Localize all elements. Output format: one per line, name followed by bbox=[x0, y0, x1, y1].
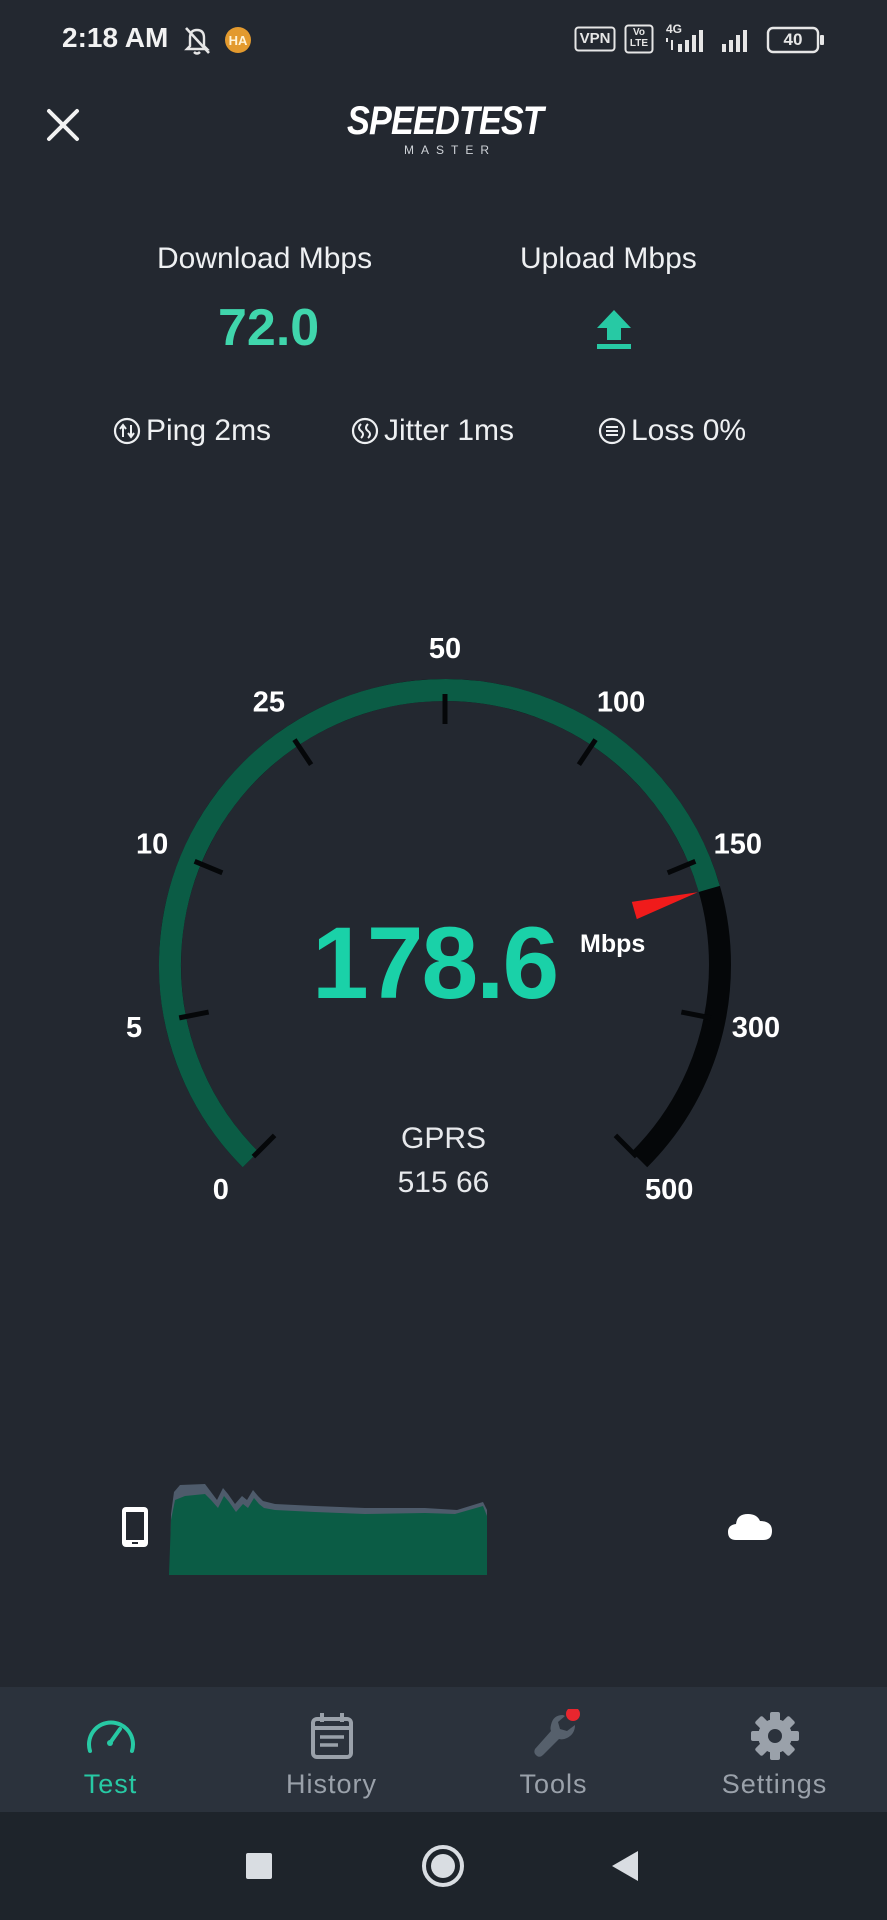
ping-label: Ping 2ms bbox=[146, 414, 272, 447]
signal-icon bbox=[666, 30, 703, 52]
nav-test-label: Test bbox=[83, 1769, 138, 1799]
gauge-tick-label: 50 bbox=[429, 633, 461, 665]
download-label: Download Mbps bbox=[157, 242, 373, 275]
gauge-tick-label: 150 bbox=[714, 829, 762, 861]
gauge-tick-label: 25 bbox=[253, 686, 285, 718]
nav-test[interactable]: Test bbox=[0, 1687, 221, 1812]
back-button[interactable] bbox=[600, 1840, 652, 1892]
speedometer-icon bbox=[86, 1720, 135, 1753]
gauge-tick-label: 300 bbox=[732, 1012, 780, 1044]
network-type: GPRS bbox=[400, 1122, 487, 1155]
upload-arrow-icon bbox=[597, 310, 631, 349]
upload-label: Upload Mbps bbox=[520, 242, 697, 275]
volte-label: Vo LTE bbox=[629, 27, 649, 49]
jitter-stat: Jitter 1ms bbox=[350, 414, 514, 448]
loss-stat: Loss 0% bbox=[597, 414, 746, 448]
cloud-icon bbox=[728, 1514, 772, 1540]
status-bar: 2:18 AM HA VPN Vo LTE 4G 40 bbox=[0, 0, 887, 80]
loss-label: Loss 0% bbox=[631, 414, 747, 447]
triangle-back-icon bbox=[612, 1851, 638, 1881]
gauge-tick-label: 100 bbox=[597, 686, 645, 718]
app-logo: SPEEDTEST MASTER bbox=[340, 96, 550, 160]
phone-icon bbox=[122, 1507, 148, 1547]
nav-tools[interactable]: Tools bbox=[443, 1687, 664, 1812]
ping-icon bbox=[113, 417, 141, 445]
download-value: 72.0 bbox=[218, 299, 320, 357]
gear-icon bbox=[750, 1712, 799, 1760]
vpn-label: VPN bbox=[579, 30, 611, 47]
nav-history[interactable]: History bbox=[221, 1687, 442, 1812]
recents-button[interactable] bbox=[233, 1840, 285, 1892]
logo-sub-text: MASTER bbox=[404, 143, 496, 157]
current-speed-value: 178.6 bbox=[312, 906, 559, 1020]
bell-off-icon bbox=[184, 27, 210, 55]
speed-graph bbox=[169, 1484, 487, 1575]
svg-text:HA: HA bbox=[229, 33, 248, 48]
nav-history-label: History bbox=[285, 1769, 377, 1799]
nav-settings[interactable]: Settings bbox=[664, 1687, 885, 1812]
ping-stat: Ping 2ms bbox=[112, 414, 271, 448]
jitter-icon bbox=[351, 417, 379, 445]
gauge-tick-label: 10 bbox=[136, 829, 168, 861]
logo-main-text: SPEEDTEST bbox=[347, 99, 547, 143]
gauge-tick-label: 5 bbox=[126, 1012, 142, 1044]
nav-tools-label: Tools bbox=[519, 1769, 588, 1799]
home-button[interactable] bbox=[417, 1840, 469, 1892]
loss-icon bbox=[598, 417, 626, 445]
system-nav-bar bbox=[0, 1812, 887, 1920]
jitter-label: Jitter 1ms bbox=[384, 414, 515, 447]
close-button[interactable] bbox=[38, 100, 88, 150]
bottom-nav: Test History Tools Settings bbox=[0, 1687, 887, 1812]
square-icon bbox=[246, 1853, 272, 1879]
speed-unit: Mbps bbox=[580, 930, 646, 958]
calendar-icon bbox=[310, 1713, 353, 1759]
nav-settings-label: Settings bbox=[721, 1769, 828, 1799]
circle-icon bbox=[422, 1845, 464, 1887]
network-code: 515 66 bbox=[397, 1166, 490, 1199]
wrench-icon bbox=[533, 1709, 580, 1757]
notification-dot bbox=[565, 1709, 580, 1721]
close-icon bbox=[47, 109, 79, 141]
ha-badge-icon: HA bbox=[225, 27, 251, 53]
signal-icon-2 bbox=[722, 30, 747, 52]
battery-level: 40 bbox=[783, 30, 803, 49]
gauge-needle bbox=[631, 892, 698, 920]
status-time: 2:18 AM bbox=[62, 22, 169, 53]
gauge-tick bbox=[576, 738, 598, 767]
gauge-tick bbox=[292, 738, 314, 767]
